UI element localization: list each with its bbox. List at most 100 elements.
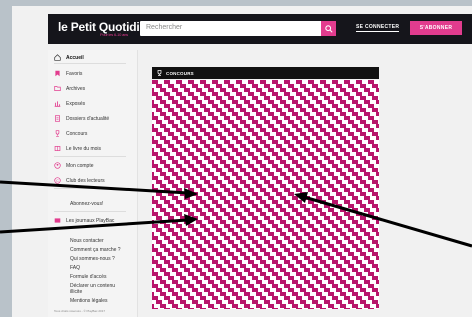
browser-viewport: le Petit Quotidien Pour les 6-10 ans Rec… <box>12 6 472 317</box>
stripe-cell <box>360 288 366 292</box>
stripe-cell <box>152 196 154 200</box>
login-link[interactable]: SE CONNECTER <box>356 24 400 32</box>
stripe-cell <box>192 132 198 136</box>
stripe-cell <box>264 192 270 196</box>
stripe-cell <box>360 252 366 256</box>
stripe-cell <box>332 128 338 132</box>
stripe-cell <box>280 148 286 152</box>
footer-link-access[interactable]: Formule d'accès <box>70 274 107 280</box>
stripe-cell <box>276 240 282 244</box>
stripe-cell <box>216 108 222 112</box>
stripe-cell <box>360 120 366 124</box>
stripe-cell <box>200 248 206 252</box>
stripe-cell <box>208 256 214 260</box>
stripe-cell <box>236 80 242 84</box>
sidebar-item-archives[interactable]: Archives <box>54 85 85 92</box>
search-input[interactable]: Rechercher <box>146 24 182 31</box>
stripe-cell <box>268 196 274 200</box>
stripe-cell <box>264 96 270 100</box>
stripe-cell <box>300 264 306 268</box>
stripe-cell <box>164 200 170 204</box>
stripe-cell <box>336 228 342 232</box>
subscribe-button[interactable]: S'ABONNER <box>410 21 462 35</box>
sidebar-item-concours[interactable]: Concours <box>54 130 87 137</box>
stripe-cell <box>180 216 186 220</box>
stripe-cell <box>212 164 218 168</box>
stripe-cell <box>340 220 346 224</box>
stripe-cell <box>348 216 354 220</box>
search-box[interactable]: Rechercher <box>140 21 336 36</box>
stripe-cell <box>164 140 170 144</box>
stripe-cell <box>152 160 154 164</box>
stripe-cell <box>360 168 366 172</box>
stripe-cell <box>208 292 214 296</box>
stripe-cell <box>256 148 262 152</box>
sidebar-item-journaux[interactable]: Les journaux PlayBac <box>54 217 114 224</box>
stripe-cell <box>208 280 214 284</box>
stripe-cell <box>340 148 346 152</box>
stripe-cell <box>192 192 198 196</box>
sidebar-item-livre[interactable]: Le livre du mois <box>54 145 101 152</box>
footer-link-how[interactable]: Comment ça marche ? <box>70 247 121 253</box>
stripe-cell <box>292 88 298 92</box>
stripe-cell <box>248 296 254 300</box>
stripe-cell <box>188 272 194 276</box>
stripe-cell <box>240 132 246 136</box>
stripe-cell <box>360 180 366 184</box>
stripe-cell <box>176 140 182 144</box>
stripe-cell <box>188 296 194 300</box>
subscribe-link[interactable]: Abonnez-vous! <box>70 201 103 207</box>
stripe-cell <box>324 96 330 100</box>
stripe-cell <box>272 164 278 168</box>
stripe-cell <box>328 280 334 284</box>
stripe-cell <box>248 188 254 192</box>
stripe-cell <box>156 108 162 112</box>
stripe-cell <box>276 288 282 292</box>
stripe-cell <box>196 304 202 308</box>
stripe-cell <box>212 176 218 180</box>
footer-link-about[interactable]: Qui sommes-nous ? <box>70 256 115 262</box>
stripe-cell <box>260 296 266 300</box>
stripe-cell <box>160 256 166 260</box>
stripe-cell <box>312 108 318 112</box>
stripe-cell <box>216 84 222 88</box>
stripe-cell <box>276 300 282 304</box>
stripe-cell <box>332 188 338 192</box>
stripe-cell <box>256 208 262 212</box>
stripe-cell <box>160 100 166 104</box>
sidebar-item-exposes[interactable]: Exposés <box>54 100 85 107</box>
stripe-cell <box>172 112 178 116</box>
sidebar-item-dossiers[interactable]: Dossiers d'actualité <box>54 115 109 122</box>
stripe-cell <box>296 128 302 132</box>
contest-image[interactable] <box>152 80 379 309</box>
stripe-cell <box>364 208 370 212</box>
stripe-cell <box>352 256 358 260</box>
sidebar-item-accueil[interactable]: Accueil <box>54 54 84 61</box>
stripe-cell <box>236 92 242 96</box>
stripe-cell <box>360 156 366 160</box>
footer-link-legal[interactable]: Mentions légales <box>70 298 108 304</box>
stripe-cell <box>268 148 274 152</box>
stripe-cell <box>176 308 182 309</box>
stripe-cell <box>272 116 278 120</box>
site-logo[interactable]: le Petit Quotidien Pour les 6-10 ans <box>58 20 153 37</box>
sidebar-item-club[interactable]: C Club des lecteurs <box>54 177 105 184</box>
stripe-cell <box>356 188 362 192</box>
search-button[interactable] <box>321 21 336 36</box>
stripe-cell <box>212 260 218 264</box>
stripe-cell <box>308 224 314 228</box>
footer-link-report[interactable]: Déclarer un contenu illicite <box>70 283 126 295</box>
stripe-cell <box>172 208 178 212</box>
footer-link-contact[interactable]: Nous contacter <box>70 238 104 244</box>
stripe-cell <box>348 276 354 280</box>
stripe-cell <box>264 252 270 256</box>
footer-link-faq[interactable]: FAQ <box>70 265 80 271</box>
sidebar-item-mon-compte[interactable]: Mon compte <box>54 162 94 169</box>
stripe-cell <box>176 116 182 120</box>
stripe-cell <box>320 284 326 288</box>
stripe-cell <box>360 240 366 244</box>
stripe-cell <box>184 208 190 212</box>
stripe-cell <box>152 220 154 224</box>
stripe-cell <box>216 192 222 196</box>
sidebar-item-favoris[interactable]: Favoris <box>54 70 82 77</box>
